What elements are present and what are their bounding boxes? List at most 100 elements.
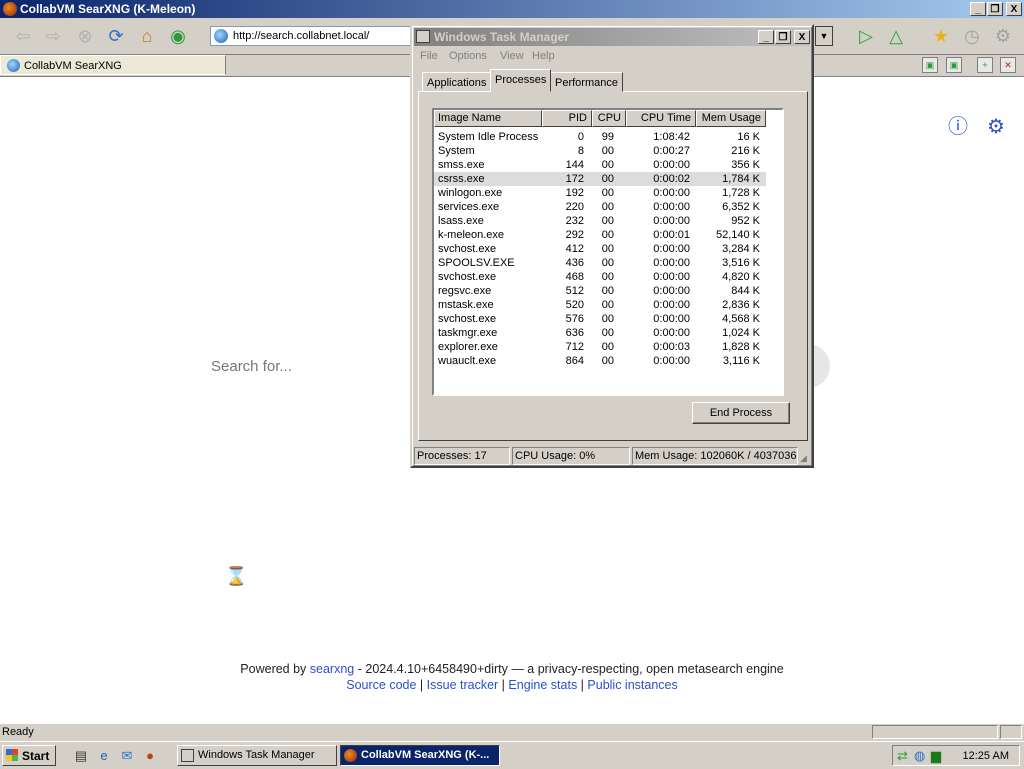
task-manager-title: Windows Task Manager bbox=[434, 30, 570, 44]
process-row[interactable]: System Idle Process 0 99 1:08:42 16 K bbox=[434, 130, 766, 144]
tab-processes[interactable]: Processes bbox=[490, 69, 552, 92]
stop-icon[interactable]: ⊗ bbox=[74, 25, 96, 47]
source-code-link[interactable]: Source code bbox=[346, 678, 416, 692]
column-cpu-time[interactable]: CPU Time bbox=[626, 110, 696, 127]
process-row[interactable]: svchost.exe 468 00 0:00:00 4,820 K bbox=[434, 270, 766, 284]
browser-title-bar[interactable]: CollabVM SearXNG (K-Meleon) _ ❐ X bbox=[0, 0, 1024, 18]
up-icon[interactable]: △ bbox=[885, 25, 907, 47]
footer-separator: | bbox=[577, 678, 588, 692]
minimize-button[interactable]: _ bbox=[970, 2, 986, 16]
process-name: smss.exe bbox=[438, 159, 485, 171]
process-pid: 512 bbox=[565, 285, 584, 297]
process-cpu: 00 bbox=[601, 173, 614, 185]
restore-button[interactable]: ❐ bbox=[987, 2, 1003, 16]
process-row[interactable]: svchost.exe 412 00 0:00:00 3,284 K bbox=[434, 242, 766, 256]
menu-file[interactable]: File bbox=[420, 50, 438, 62]
process-cpu: 00 bbox=[601, 145, 614, 157]
process-pid: 232 bbox=[565, 215, 584, 227]
menu-view[interactable]: View bbox=[500, 50, 524, 62]
process-mem-usage: 1,024 K bbox=[722, 327, 760, 339]
tab-back-icon[interactable]: ▣ bbox=[922, 57, 938, 73]
process-name: lsass.exe bbox=[438, 215, 484, 227]
preferences-gear-icon[interactable]: ⚙ bbox=[985, 116, 1007, 138]
info-icon[interactable]: ⓘ bbox=[947, 116, 969, 138]
internet-explorer-icon[interactable]: e bbox=[96, 748, 112, 764]
close-button[interactable]: X bbox=[1006, 2, 1022, 16]
k-meleon-app-icon[interactable] bbox=[3, 2, 17, 16]
history-icon[interactable]: ◷ bbox=[961, 25, 983, 47]
column-pid[interactable]: PID bbox=[542, 110, 592, 127]
process-cpu-time: 0:00:00 bbox=[653, 313, 690, 325]
engine-stats-link[interactable]: Engine stats bbox=[508, 678, 577, 692]
outlook-express-icon[interactable]: ✉ bbox=[119, 748, 135, 764]
public-instances-link[interactable]: Public instances bbox=[587, 678, 677, 692]
bookmarks-star-icon[interactable]: ★ bbox=[930, 25, 952, 47]
reload-icon[interactable]: ⟳ bbox=[105, 25, 127, 47]
taskbar-button-task-manager[interactable]: Windows Task Manager bbox=[177, 745, 337, 766]
process-mem-usage: 1,828 K bbox=[722, 341, 760, 353]
tm-minimize-button[interactable]: _ bbox=[758, 30, 774, 44]
start-button[interactable]: Start bbox=[2, 745, 56, 766]
process-row[interactable]: smss.exe 144 00 0:00:00 356 K bbox=[434, 158, 766, 172]
process-row[interactable]: wuauclt.exe 864 00 0:00:00 3,116 K bbox=[434, 354, 766, 368]
menu-options[interactable]: Options bbox=[449, 50, 487, 62]
globe-icon bbox=[214, 29, 228, 43]
home-icon[interactable]: ⌂ bbox=[136, 25, 158, 47]
process-row[interactable]: services.exe 220 00 0:00:00 6,352 K bbox=[434, 200, 766, 214]
task-manager-title-bar[interactable]: Windows Task Manager _ ❐ X bbox=[414, 28, 810, 46]
process-row[interactable]: regsvc.exe 512 00 0:00:00 844 K bbox=[434, 284, 766, 298]
tab-collabvm-searxng[interactable]: CollabVM SearXNG bbox=[0, 55, 226, 75]
process-cpu: 00 bbox=[601, 285, 614, 297]
close-tab-icon[interactable]: ✕ bbox=[1000, 57, 1016, 73]
tab-forward-icon[interactable]: ▣ bbox=[946, 57, 962, 73]
process-cpu: 00 bbox=[601, 341, 614, 353]
process-row[interactable]: System 8 00 0:00:27 216 K bbox=[434, 144, 766, 158]
process-pid: 864 bbox=[565, 355, 584, 367]
clock[interactable]: 12:25 AM bbox=[963, 750, 1009, 762]
column-cpu[interactable]: CPU bbox=[592, 110, 626, 127]
process-row[interactable]: winlogon.exe 192 00 0:00:00 1,728 K bbox=[434, 186, 766, 200]
tm-maximize-button[interactable]: ❐ bbox=[775, 30, 791, 44]
end-process-button[interactable]: End Process bbox=[692, 402, 790, 424]
tm-close-button[interactable]: X bbox=[794, 30, 810, 44]
go-icon[interactable]: ◉ bbox=[167, 25, 189, 47]
volume-icon[interactable]: ◍ bbox=[914, 748, 925, 764]
column-mem-usage[interactable]: Mem Usage bbox=[696, 110, 766, 127]
process-row[interactable]: lsass.exe 232 00 0:00:00 952 K bbox=[434, 214, 766, 228]
process-list[interactable]: Image Name PID CPU CPU Time Mem Usage Sy… bbox=[432, 108, 784, 396]
settings-gear-icon[interactable]: ⚙ bbox=[992, 25, 1014, 47]
resize-grip-icon[interactable]: ◢ bbox=[800, 453, 810, 463]
process-row[interactable]: svchost.exe 576 00 0:00:00 4,568 K bbox=[434, 312, 766, 326]
url-dropdown-button[interactable]: ▼ bbox=[815, 26, 833, 46]
back-icon[interactable]: ⇦ bbox=[12, 25, 34, 47]
process-row[interactable]: k-meleon.exe 292 00 0:00:01 52,140 K bbox=[434, 228, 766, 242]
process-row[interactable]: explorer.exe 712 00 0:00:03 1,828 K bbox=[434, 340, 766, 354]
url-input[interactable]: http://search.collabnet.local/ bbox=[210, 26, 415, 46]
forward-icon[interactable]: ⇨ bbox=[42, 25, 64, 47]
process-name: svchost.exe bbox=[438, 243, 497, 255]
taskbar-button-kmeleon[interactable]: CollabVM SearXNG (K-... bbox=[340, 745, 500, 766]
tab-performance[interactable]: Performance bbox=[550, 72, 623, 92]
issue-tracker-link[interactable]: Issue tracker bbox=[427, 678, 499, 692]
show-desktop-icon[interactable]: ▤ bbox=[73, 748, 89, 764]
tab-applications[interactable]: Applications bbox=[422, 72, 492, 92]
process-cpu-time: 1:08:42 bbox=[653, 131, 690, 143]
process-row[interactable]: SPOOLSV.EXE 436 00 0:00:00 3,516 K bbox=[434, 256, 766, 270]
process-row[interactable]: mstask.exe 520 00 0:00:00 2,836 K bbox=[434, 298, 766, 312]
network-icon[interactable]: ⇄ bbox=[897, 748, 908, 764]
menu-help[interactable]: Help bbox=[532, 50, 555, 62]
k-meleon-quicklaunch-icon[interactable]: ● bbox=[142, 748, 158, 764]
process-row[interactable]: csrss.exe 172 00 0:00:02 1,784 K bbox=[434, 172, 766, 186]
column-image-name[interactable]: Image Name bbox=[434, 110, 542, 127]
process-mem-usage: 1,784 K bbox=[722, 173, 760, 185]
process-row[interactable]: taskmgr.exe 636 00 0:00:00 1,024 K bbox=[434, 326, 766, 340]
play-icon[interactable]: ▷ bbox=[855, 25, 877, 47]
task-manager-tray-icon[interactable]: ▆ bbox=[931, 748, 941, 764]
status-text: Ready bbox=[2, 726, 34, 738]
searxng-link[interactable]: searxng bbox=[310, 662, 354, 676]
kmeleon-small-icon bbox=[344, 749, 357, 762]
tab-label: CollabVM SearXNG bbox=[24, 60, 122, 72]
taskbar-task-manager-label: Windows Task Manager bbox=[198, 749, 315, 761]
new-tab-icon[interactable]: + bbox=[977, 57, 993, 73]
task-manager-window[interactable]: Windows Task Manager _ ❐ X File Options … bbox=[410, 24, 814, 468]
